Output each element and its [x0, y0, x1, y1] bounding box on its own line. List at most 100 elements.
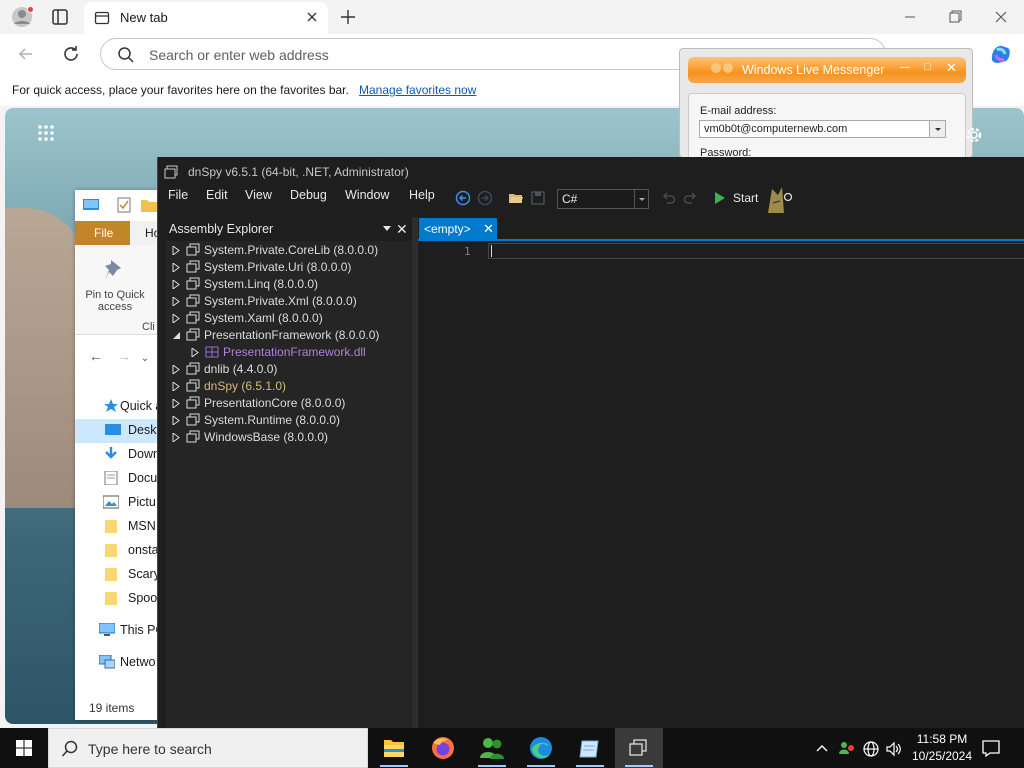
folder-icon: [105, 520, 117, 533]
undo-icon[interactable]: [661, 190, 677, 206]
messenger-tray-icon[interactable]: [838, 740, 856, 756]
nav-quick-access[interactable]: Quick a: [93, 395, 160, 419]
taskbar-search-box[interactable]: Type here to search: [48, 728, 368, 768]
minimize-button[interactable]: [897, 6, 923, 28]
new-tab-button[interactable]: [338, 7, 358, 27]
start-debug-icon[interactable]: [713, 190, 727, 206]
code-editor[interactable]: 1: [436, 243, 1024, 728]
assembly-icon: [186, 328, 200, 341]
expand-arrow-icon[interactable]: [172, 399, 180, 408]
save-icon[interactable]: [530, 190, 546, 206]
close-document-icon[interactable]: ✕: [483, 221, 494, 237]
messenger-minimize-icon[interactable]: —: [900, 62, 910, 73]
assembly-icon: [186, 396, 200, 409]
assembly-explorer-title: Assembly Explorer: [169, 222, 274, 236]
gear-icon[interactable]: [963, 124, 985, 146]
messenger-window: Windows Live Messenger — □ ✕ E-mail addr…: [679, 48, 973, 158]
nav-desktop[interactable]: Deskt: [75, 419, 160, 443]
close-panel-icon[interactable]: ✕: [396, 221, 408, 238]
expand-arrow-icon[interactable]: [172, 416, 180, 425]
expand-arrow-icon[interactable]: [172, 314, 180, 323]
folder-icon: [105, 592, 117, 605]
tab-actions-icon[interactable]: [50, 7, 70, 27]
tab-empty-document[interactable]: <empty> ✕: [419, 218, 497, 240]
nav-network[interactable]: Netwo: [93, 651, 160, 675]
open-folder-icon[interactable]: [508, 190, 524, 206]
taskbar-file-explorer[interactable]: [370, 728, 418, 768]
collapse-arrow-icon[interactable]: [172, 331, 181, 340]
nav-documents[interactable]: Docu: [93, 467, 160, 491]
forward-arrow-icon[interactable]: →: [117, 348, 131, 364]
taskbar-clock[interactable]: 11:58 PM 10/25/2024: [908, 731, 976, 765]
expand-arrow-icon[interactable]: [191, 348, 199, 357]
panel-options-chevron-icon[interactable]: [382, 225, 392, 233]
messenger-close-icon[interactable]: ✕: [946, 60, 957, 76]
menu-window[interactable]: Window: [345, 188, 389, 202]
taskbar-messenger[interactable]: [468, 728, 516, 768]
pin-icon[interactable]: [103, 258, 125, 282]
taskbar-edge[interactable]: [517, 728, 565, 768]
navigate-back-icon[interactable]: [455, 190, 471, 206]
network-globe-icon[interactable]: [862, 740, 880, 758]
nav-folder-spoo[interactable]: Spoo: [93, 587, 160, 611]
recent-locations-chevron-icon[interactable]: ⌄: [141, 353, 149, 364]
manage-favorites-link[interactable]: Manage favorites now: [359, 83, 476, 97]
properties-icon[interactable]: [117, 197, 131, 213]
profile-avatar-icon[interactable]: [10, 6, 34, 28]
nav-downloads[interactable]: Down: [93, 443, 160, 467]
nav-pictures[interactable]: Pictu: [93, 491, 160, 515]
language-selector[interactable]: C#: [557, 189, 649, 209]
clock-time: 11:58 PM: [916, 732, 968, 746]
folder-icon[interactable]: [141, 198, 157, 212]
navigate-forward-icon[interactable]: [477, 190, 493, 206]
menu-debug[interactable]: Debug: [290, 188, 327, 202]
menu-help[interactable]: Help: [409, 188, 435, 202]
assembly-icon: [186, 413, 200, 426]
assembly-icon: [186, 362, 200, 375]
nav-folder-scary[interactable]: Scary: [93, 563, 160, 587]
expand-arrow-icon[interactable]: [172, 382, 180, 391]
email-field[interactable]: vm0b0t@computernewb.com: [699, 120, 946, 138]
expand-arrow-icon[interactable]: [172, 365, 180, 374]
menu-file[interactable]: File: [168, 188, 188, 202]
expand-arrow-icon[interactable]: [172, 433, 180, 442]
close-window-button[interactable]: [988, 6, 1014, 28]
restore-button[interactable]: [942, 6, 968, 28]
start-button[interactable]: [0, 728, 48, 768]
nav-folder-onsta[interactable]: onsta: [93, 539, 160, 563]
back-arrow-icon[interactable]: ←: [89, 348, 103, 364]
copilot-icon[interactable]: [988, 42, 1014, 66]
redo-icon[interactable]: [682, 190, 698, 206]
start-label[interactable]: Start: [733, 191, 758, 205]
star-icon: [104, 399, 118, 412]
volume-icon[interactable]: [885, 740, 903, 758]
expand-arrow-icon[interactable]: [172, 297, 180, 306]
file-tab[interactable]: File: [75, 221, 130, 245]
panel-splitter[interactable]: [412, 217, 418, 728]
expand-arrow-icon[interactable]: [172, 246, 180, 255]
menu-view[interactable]: View: [245, 188, 272, 202]
messenger-title-bar: Windows Live Messenger — □ ✕: [688, 57, 966, 83]
taskbar-notepad[interactable]: [566, 728, 614, 768]
file-explorer-window: File Ho Pin to Quick access Cli ← → ⌄ Qui…: [75, 190, 160, 720]
refresh-icon[interactable]: [60, 43, 82, 65]
email-dropdown-chevron-icon[interactable]: [929, 121, 945, 137]
assembly-icon: [186, 294, 200, 307]
assembly-tree: System.Private.CoreLib (8.0.0.0) System.…: [166, 241, 412, 728]
app-launcher-icon[interactable]: [37, 124, 55, 142]
tab-new-tab[interactable]: New tab: [84, 2, 328, 34]
taskbar-firefox[interactable]: [419, 728, 467, 768]
expand-arrow-icon[interactable]: [172, 263, 180, 272]
show-hidden-icons-chevron-icon[interactable]: [815, 740, 829, 756]
language-chevron-icon[interactable]: [634, 190, 648, 208]
menu-edit[interactable]: Edit: [206, 188, 228, 202]
folder-icon: [105, 544, 117, 557]
close-tab-icon[interactable]: [306, 11, 318, 23]
nav-this-pc[interactable]: This PC: [93, 619, 160, 643]
notification-center-icon[interactable]: [980, 738, 1002, 758]
messenger-maximize-icon[interactable]: □: [924, 61, 931, 73]
taskbar-dnspy[interactable]: [615, 728, 663, 768]
expand-arrow-icon[interactable]: [172, 280, 180, 289]
nav-folder-msn[interactable]: MSN: [93, 515, 160, 539]
back-icon[interactable]: [16, 44, 36, 64]
